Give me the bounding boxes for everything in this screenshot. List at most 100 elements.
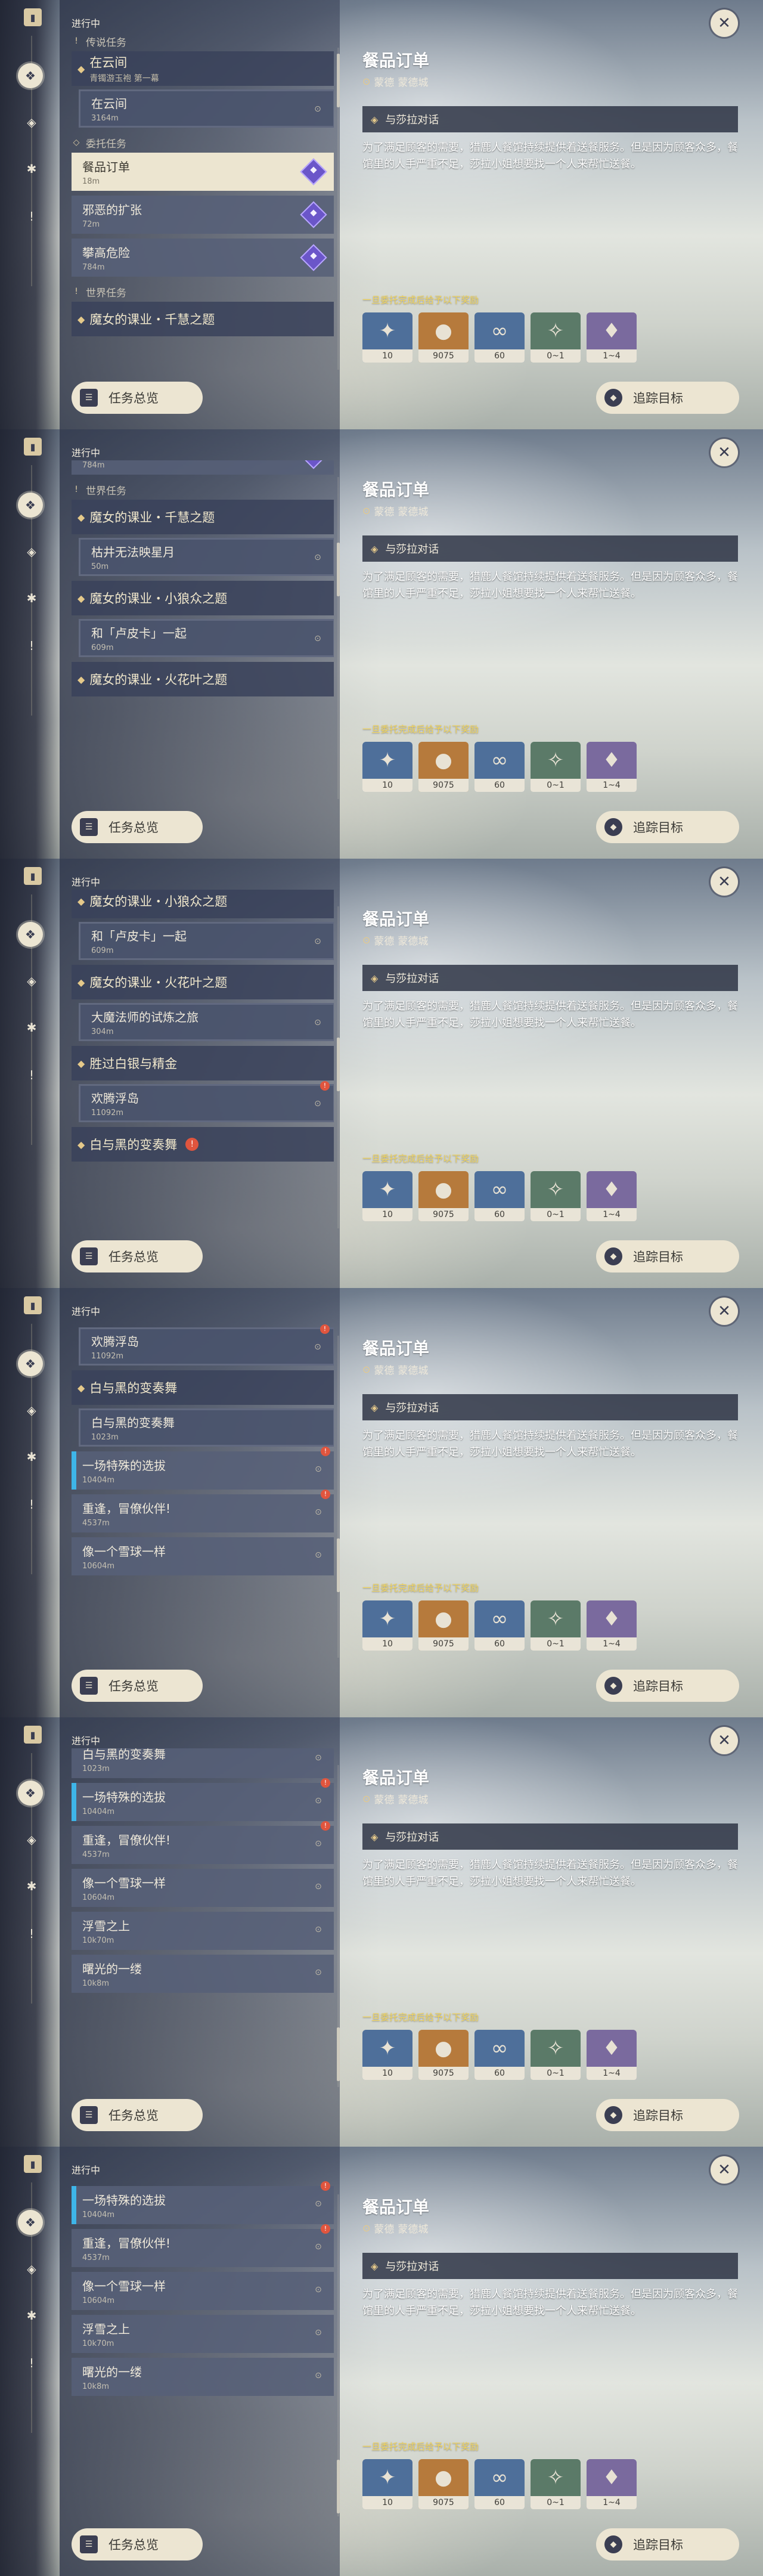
list-item[interactable]: 一场特殊的选拔 10404m ⊙! [72, 1447, 334, 1490]
list-item[interactable]: 一场特殊的选拔 10404m ⊙! [72, 2181, 334, 2224]
quest-list[interactable]: ◆ 魔女的课业・小狼众之题 和「卢皮卡」一起 609m ⊙ ◆ 魔女的课业・火花叶之题 … [72, 890, 334, 1247]
list-item[interactable]: 和「卢皮卡」一起 609m ⊙ [79, 619, 334, 657]
flower-icon[interactable]: ✱ [21, 1447, 42, 1467]
reward-friendship[interactable]: ∞ 60 [474, 2030, 525, 2080]
quest-diamond-icon[interactable]: ❖ [18, 1351, 43, 1376]
scroll-thumb[interactable] [337, 543, 340, 596]
flower-icon[interactable]: ✱ [21, 1017, 42, 1038]
list-item[interactable]: 像一个雪球一样 10604m ⊙ [72, 1869, 334, 1907]
reward-ore[interactable]: ♦ 1~4 [587, 1600, 637, 1651]
quest-list[interactable]: 欢腾浮岛 11092m ⊙! ◆ 白与黑的变奏舞 白与黑的变奏舞 1023m 一场特殊的… [72, 1319, 334, 1677]
reward-primogem[interactable]: ✧ 0~1 [531, 1600, 581, 1651]
track-button[interactable]: ◆ 追踪目标 [596, 1670, 739, 1702]
quest-diamond-icon[interactable]: ❖ [18, 1781, 43, 1806]
reward-primogem[interactable]: ✧ 0~1 [531, 2030, 581, 2080]
reward-mora[interactable]: ● 9075 [418, 1171, 469, 1221]
scrollbar[interactable] [337, 1336, 339, 1658]
close-icon[interactable]: ✕ [711, 439, 738, 466]
group-sumeru3[interactable]: ◆ 魔女的课业・火花叶之题 [72, 965, 334, 999]
compass-icon[interactable]: ◈ [21, 1400, 42, 1420]
compass-icon[interactable]: ◈ [21, 112, 42, 132]
group-silver[interactable]: ◆ 胜过白银与精金 [72, 1046, 334, 1080]
compass-icon[interactable]: ◈ [21, 541, 42, 562]
list-item[interactable]: 像一个雪球一样 10604m ⊙ [72, 1537, 334, 1575]
quest-diamond-icon[interactable]: ❖ [18, 63, 43, 88]
list-item[interactable]: 曙光的一缕 10k8m ⊙ [72, 2358, 334, 2396]
close-icon[interactable]: ✕ [711, 868, 738, 896]
list-item[interactable]: 攀高危险784m [72, 460, 334, 475]
list-item[interactable]: 重逢，冒僚伙伴! 4537m ⊙! [72, 1490, 334, 1532]
group-sumeru2[interactable]: ◆ 魔女的课业・小狼众之题 [72, 890, 334, 918]
list-item[interactable]: 白与黑的变奏舞 1023m [79, 1408, 334, 1447]
quest-book-icon[interactable]: ▮ [24, 1726, 42, 1744]
overview-button[interactable]: ☰ 任务总览 [72, 382, 203, 414]
group-sumeru3[interactable]: ◆ 魔女的课业・火花叶之题 [72, 662, 334, 696]
close-icon[interactable]: ✕ [711, 1298, 738, 1325]
track-button[interactable]: ◆ 追踪目标 [596, 811, 739, 843]
group-cloud[interactable]: ◆ 在云间 青镯游玉袍 第一幕 [72, 51, 334, 86]
list-item[interactable]: 和「卢皮卡」一起 609m ⊙ [79, 922, 334, 960]
close-icon[interactable]: ✕ [711, 2156, 738, 2184]
reward-adventure-exp[interactable]: ✦ 10 [362, 1171, 412, 1221]
reward-primogem[interactable]: ✧ 0~1 [531, 2459, 581, 2509]
close-icon[interactable]: ✕ [711, 10, 738, 37]
reward-mora[interactable]: ● 9075 [418, 2030, 469, 2080]
list-item[interactable]: 曙光的一缕 10k8m ⊙ [72, 1955, 334, 1993]
quest-diamond-icon[interactable]: ❖ [18, 493, 43, 518]
reward-primogem[interactable]: ✧ 0~1 [531, 1171, 581, 1221]
reward-adventure-exp[interactable]: ✦ 10 [362, 2459, 412, 2509]
alert-icon[interactable]: ! [21, 206, 42, 227]
reward-adventure-exp[interactable]: ✦ 10 [362, 2030, 412, 2080]
quest-list[interactable]: 攀高危险784m !世界任务 ◆魔女的课业・千慧之题 枯井无法映星月50m⊙ ◆… [72, 460, 334, 818]
reward-primogem[interactable]: ✧ 0~1 [531, 312, 581, 363]
reward-ore[interactable]: ♦ 1~4 [587, 742, 637, 792]
list-item[interactable]: 浮雪之上 10k70m ⊙ [72, 2315, 334, 2353]
group-sumeru1[interactable]: ◆ 魔女的课业・千慧之题 [72, 302, 334, 336]
track-button[interactable]: ◆ 追踪目标 [596, 2099, 739, 2131]
scroll-thumb[interactable] [337, 54, 340, 107]
flower-icon[interactable]: ✱ [21, 159, 42, 179]
overview-button[interactable]: ☰ 任务总览 [72, 1670, 203, 1702]
reward-friendship[interactable]: ∞ 60 [474, 1600, 525, 1651]
overview-button[interactable]: ☰ 任务总览 [72, 2099, 203, 2131]
compass-icon[interactable]: ◈ [21, 2259, 42, 2279]
overview-button[interactable]: ☰ 任务总览 [72, 1240, 203, 1272]
reward-ore[interactable]: ♦ 1~4 [587, 1171, 637, 1221]
reward-friendship[interactable]: ∞ 60 [474, 1171, 525, 1221]
list-item[interactable]: 浮雪之上 10k70m ⊙ [72, 1912, 334, 1950]
quest-book-icon[interactable]: ▮ [24, 2155, 42, 2173]
scrollbar[interactable] [337, 477, 339, 799]
list-item[interactable]: 像一个雪球一样 10604m ⊙ [72, 2272, 334, 2310]
list-item[interactable]: 在云间 3164m ⊙ [79, 89, 334, 128]
overview-button[interactable]: ☰ 任务总览 [72, 811, 203, 843]
list-item[interactable]: 枯井无法映星月 50m ⊙ [79, 538, 334, 576]
quest-book-icon[interactable]: ▮ [24, 867, 42, 885]
alert-icon[interactable]: ! [21, 1494, 42, 1515]
track-button[interactable]: ◆ 追踪目标 [596, 2528, 739, 2560]
quest-book-icon[interactable]: ▮ [24, 8, 42, 26]
quest-book-icon[interactable]: ▮ [24, 438, 42, 456]
compass-icon[interactable]: ◈ [21, 1829, 42, 1850]
track-button[interactable]: ◆ 追踪目标 [596, 1240, 739, 1272]
close-icon[interactable]: ✕ [711, 1727, 738, 1754]
quest-list[interactable]: 白与黑的变奏舞 1023m ⊙ 一场特殊的选拔 10404m ⊙! 重逢，冒僚伙伴! 45… [72, 1748, 334, 2106]
list-item[interactable]: 欢腾浮岛 11092m ⊙! [79, 1081, 334, 1122]
alert-icon[interactable]: ! [21, 636, 42, 656]
list-item[interactable]: 欢腾浮岛 11092m ⊙! [79, 1324, 334, 1366]
flower-icon[interactable]: ✱ [21, 1876, 42, 1896]
alert-icon[interactable]: ! [21, 2353, 42, 2373]
reward-mora[interactable]: ● 9075 [418, 742, 469, 792]
reward-adventure-exp[interactable]: ✦ 10 [362, 312, 412, 363]
list-item[interactable]: 攀高危险784m [72, 239, 334, 277]
list-item[interactable]: 大魔法师的试炼之旅 304m ⊙ [79, 1003, 334, 1041]
reward-ore[interactable]: ♦ 1~4 [587, 312, 637, 363]
track-button[interactable]: ◆ 追踪目标 [596, 382, 739, 414]
reward-primogem[interactable]: ✧ 0~1 [531, 742, 581, 792]
reward-adventure-exp[interactable]: ✦ 10 [362, 1600, 412, 1651]
list-item[interactable]: 重逢，冒僚伙伴! 4537m ⊙! [72, 1821, 334, 1864]
reward-friendship[interactable]: ∞ 60 [474, 2459, 525, 2509]
overview-button[interactable]: ☰ 任务总览 [72, 2528, 203, 2560]
list-item[interactable]: 白与黑的变奏舞 1023m ⊙ [72, 1748, 334, 1778]
reward-mora[interactable]: ● 9075 [418, 1600, 469, 1651]
reward-friendship[interactable]: ∞ 60 [474, 742, 525, 792]
